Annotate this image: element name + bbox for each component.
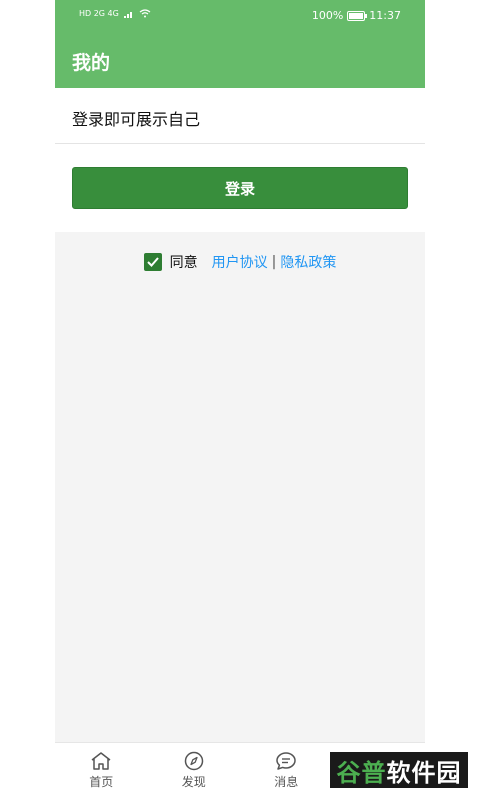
status-left: HD 2G 4G	[79, 9, 151, 18]
agreement-row: 同意 用户协议 | 隐私政策	[55, 252, 425, 272]
watermark-part1: 谷普	[336, 758, 387, 787]
agree-label: 同意	[169, 255, 198, 271]
app-header: 我的	[55, 32, 425, 88]
battery-percent: 100%	[311, 9, 344, 22]
login-prompt[interactable]: 登录即可展示自己	[72, 106, 200, 130]
divider	[55, 143, 425, 144]
privacy-policy-link[interactable]: 隐私政策	[280, 252, 336, 272]
content-area: 同意 用户协议 | 隐私政策	[55, 232, 425, 742]
user-agreement-link[interactable]: 用户协议	[212, 252, 268, 272]
watermark-part2: 软件园	[386, 758, 462, 787]
signal-icon	[123, 11, 132, 18]
nav-label-discover: 发现	[181, 775, 206, 789]
wifi-icon	[139, 9, 151, 18]
page-title: 我的	[72, 52, 111, 74]
home-icon	[91, 752, 111, 770]
status-bar: HD 2G 4G 100% 11:37	[55, 0, 425, 32]
nav-item-messages[interactable]: 消息	[240, 743, 333, 800]
login-button[interactable]: 登录	[72, 167, 408, 209]
phone-screen: HD 2G 4G 100% 11:37 我的 登录即可展示自己 登录 同意 用户…	[55, 0, 425, 800]
network-indicators: HD 2G 4G	[79, 9, 119, 18]
clock: 11:37	[369, 9, 401, 22]
compass-icon	[184, 751, 203, 771]
agree-checkbox[interactable]	[143, 253, 162, 271]
status-right: 100% 11:37	[312, 9, 401, 22]
nav-item-discover[interactable]: 发现	[148, 743, 241, 800]
nav-label-home: 首页	[89, 775, 114, 789]
nav-label-messages: 消息	[274, 775, 299, 789]
checkmark-icon	[146, 257, 159, 267]
nav-item-home[interactable]: 首页	[55, 743, 148, 800]
link-separator: |	[271, 254, 277, 270]
watermark-logo: 谷普 软件园	[328, 750, 470, 790]
message-icon	[276, 752, 296, 770]
battery-icon	[347, 10, 368, 21]
